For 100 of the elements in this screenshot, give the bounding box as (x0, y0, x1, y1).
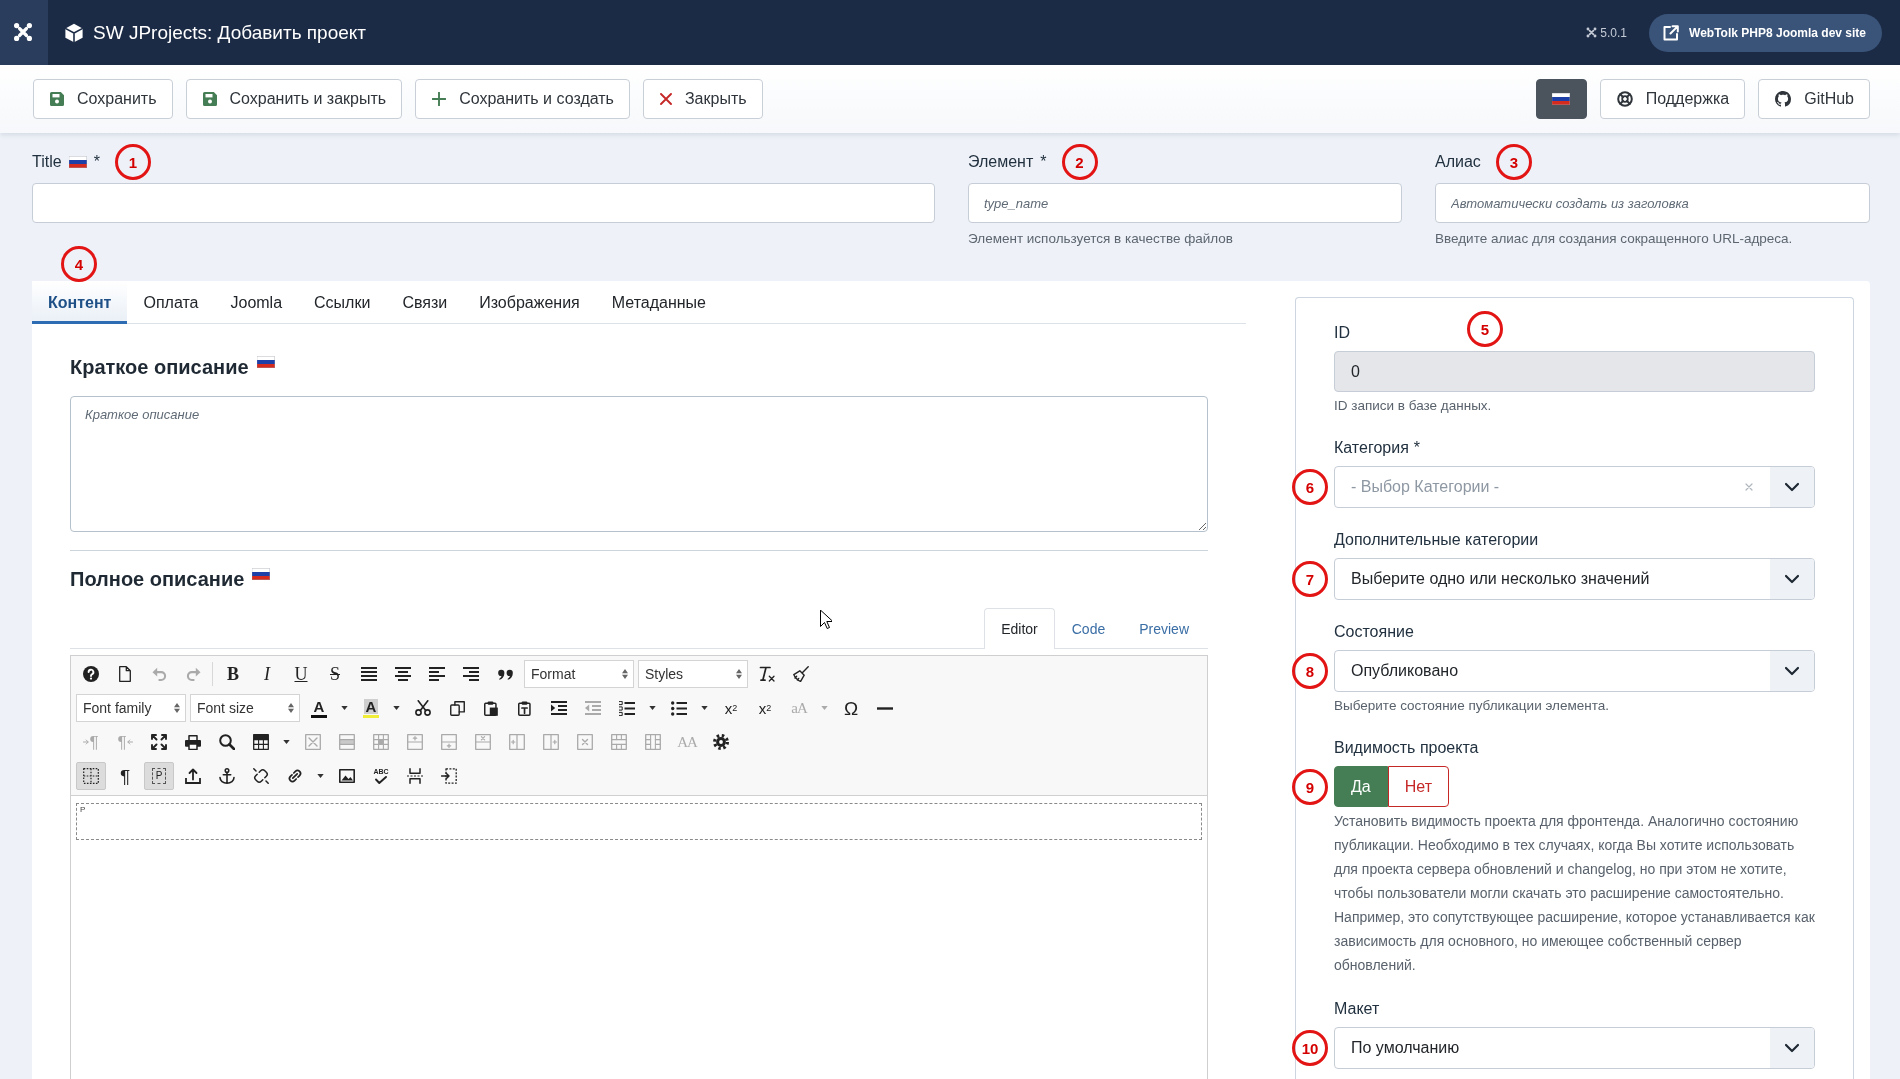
toolbar-button[interactable] (76, 762, 106, 790)
tab[interactable]: Контент (32, 281, 128, 324)
toolbar-button[interactable]: Ω (836, 694, 866, 722)
switch-option[interactable]: Да (1334, 766, 1388, 807)
toolbar-button[interactable]: A (356, 694, 386, 722)
section-heading: Полное описание (70, 567, 245, 592)
lifebuoy-icon (1616, 91, 1633, 107)
block-tag-label: P (80, 805, 86, 814)
toolbar-select[interactable]: Font size (190, 694, 300, 722)
scissors-icon (415, 700, 431, 716)
toolbar-select[interactable]: Font family (76, 694, 186, 722)
tab[interactable]: Оплата (127, 281, 215, 324)
toolbar-button[interactable]: ¶ (110, 762, 140, 790)
check-icon (375, 776, 387, 784)
flag-icon (1552, 93, 1571, 105)
close-button[interactable]: Закрыть (642, 79, 763, 119)
tab[interactable]: Изображения (463, 281, 596, 324)
toolbar-button[interactable]: S (320, 660, 350, 688)
table-row-delete-icon (475, 734, 491, 750)
text-input[interactable] (32, 183, 935, 223)
table-merge-icon (611, 734, 627, 750)
fullscreen-icon (151, 734, 167, 750)
annotation-marker: 2 (1061, 144, 1098, 180)
image-icon (339, 769, 355, 783)
caret-icon (648, 706, 656, 710)
tab[interactable]: Ссылки (298, 281, 387, 324)
tab[interactable]: Метаданные (595, 281, 722, 324)
color-swatch-icon (311, 714, 327, 718)
toolbar-select[interactable]: Format (524, 660, 634, 688)
indent-icon (551, 701, 567, 715)
caret-icon (700, 706, 708, 710)
page-title: SW JProjects: Добавить проект (93, 21, 367, 44)
text-input[interactable]: Автоматически создать из заголовка (1435, 183, 1870, 223)
chevron-down-icon (1770, 467, 1814, 507)
caret-icon (282, 740, 290, 744)
required-mark: * (93, 153, 100, 171)
annotation-marker: 10 (1292, 1030, 1328, 1066)
field-label: Title (32, 153, 62, 171)
cube-icon (64, 22, 84, 43)
field-label: Дополнительные категории (1334, 531, 1539, 549)
annotation-marker: 8 (1292, 653, 1328, 689)
required-mark: * (1413, 439, 1421, 457)
toolbar-button[interactable]: I (252, 660, 282, 688)
search-icon (219, 734, 235, 750)
github-button[interactable]: GitHub (1758, 79, 1870, 119)
mouse-pointer-icon (820, 610, 832, 629)
dashed-grid-icon (83, 768, 99, 784)
plus-icon (432, 92, 447, 106)
external-link-icon (1663, 24, 1680, 41)
field-label: Категория (1334, 439, 1409, 457)
tab[interactable]: Joomla (214, 281, 299, 324)
outdent-icon (585, 701, 601, 715)
document-icon (119, 666, 131, 682)
toolbar-button[interactable]: P (144, 762, 174, 790)
toolbar-button[interactable]: A (304, 694, 334, 722)
chevron-down-icon (1770, 559, 1814, 599)
select-field[interactable]: По умолчанию (1334, 1027, 1815, 1069)
clipboard-text-icon (518, 700, 532, 716)
toolbar-button[interactable]: U (286, 660, 316, 688)
table-row-insert-icon (407, 734, 423, 750)
unlink-icon (253, 768, 269, 784)
table-icon (253, 734, 269, 750)
save-close-button[interactable]: Сохранить и закрыть (185, 79, 403, 119)
select-field[interactable]: Выберите одно или несколько значений (1334, 558, 1815, 600)
table-delete-icon (305, 734, 321, 750)
field-label: Макет (1334, 1000, 1380, 1018)
table-column-insert-icon (543, 734, 559, 750)
toolbar-button[interactable]: x$^{2}$ (750, 694, 780, 722)
redo-icon (185, 667, 201, 681)
toolbar-button[interactable]: B (218, 660, 248, 688)
insert-icon (441, 768, 457, 784)
text-input[interactable]: type_name (968, 183, 1402, 223)
save-new-button[interactable]: Сохранить и создать (415, 79, 630, 119)
section-heading: Краткое описание (70, 355, 249, 380)
site-link[interactable]: WebTolk PHP8 Joomla dev site (1649, 13, 1882, 52)
switch-option[interactable]: Нет (1387, 766, 1449, 807)
annotation-marker: 5 (1467, 311, 1503, 347)
editor-tab[interactable]: Preview (1122, 608, 1206, 649)
updown-icon (622, 669, 628, 679)
table-cell-icon (373, 734, 389, 750)
tab[interactable]: Связи (386, 281, 464, 324)
align-center-icon (395, 667, 411, 681)
language-button[interactable] (1535, 79, 1587, 119)
paragraph-block[interactable]: P (76, 803, 1202, 840)
select-field[interactable]: Опубликовано (1334, 650, 1815, 692)
version-label: 5.0.1 (1600, 25, 1628, 40)
toolbar-select[interactable]: Styles (638, 660, 748, 688)
github-icon (1775, 91, 1792, 107)
text-input[interactable]: 0 (1334, 351, 1815, 392)
save-button[interactable]: Сохранить (33, 79, 173, 119)
quote-icon (497, 668, 513, 680)
editor-tab[interactable]: Editor (984, 608, 1055, 649)
field-label: Алиас (1435, 153, 1481, 171)
annotation-marker: 1 (114, 144, 151, 180)
textarea-field[interactable]: Краткое описание (70, 396, 1208, 532)
table-row-icon (339, 734, 355, 750)
help-text: ID записи в базе данных. (1334, 397, 1493, 415)
support-button[interactable]: Поддержка (1599, 79, 1746, 119)
editor-tab[interactable]: Code (1054, 608, 1123, 649)
updown-icon (736, 669, 742, 679)
